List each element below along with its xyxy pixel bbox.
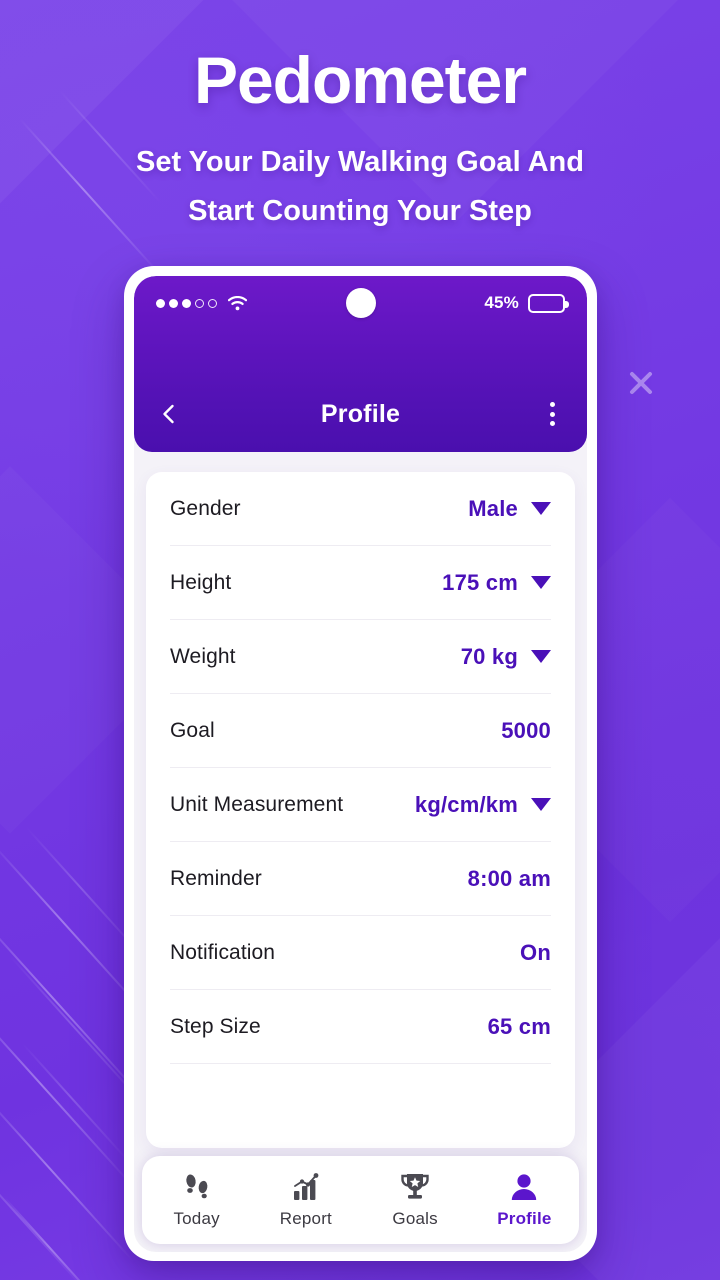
phone-screen: 45% Profile Gender Male Height 175 cm We…	[134, 276, 587, 1252]
nav-item-report[interactable]: Report	[251, 1172, 360, 1229]
row-value-group[interactable]: 5000	[501, 718, 551, 744]
row-value: 65 cm	[487, 1013, 551, 1039]
settings-row-goal[interactable]: Goal 5000	[170, 694, 551, 768]
chevron-down-icon[interactable]	[531, 798, 551, 811]
row-value-group[interactable]: 8:00 am	[468, 866, 551, 892]
row-value: 70 kg	[460, 643, 518, 669]
row-label: Unit Measurement	[170, 792, 344, 816]
promo-tagline-line2: Start Counting Your Step	[188, 194, 532, 227]
nav-label: Report	[279, 1208, 332, 1228]
row-value-group[interactable]: kg/cm/km	[415, 792, 551, 818]
row-value-group[interactable]: 175 cm	[442, 570, 551, 596]
row-value: 5000	[501, 717, 551, 743]
settings-row-height[interactable]: Height 175 cm	[170, 546, 551, 620]
battery-icon	[528, 293, 569, 313]
status-bar-left	[156, 295, 248, 311]
close-icon[interactable]	[620, 362, 662, 404]
status-bar-right: 45%	[484, 293, 569, 313]
promo-headline: Pedometer Set Your Daily Walking Goal An…	[0, 0, 720, 235]
row-value: 8:00 am	[467, 865, 551, 891]
overflow-menu-icon[interactable]	[541, 402, 563, 426]
settings-row-step-size[interactable]: Step Size 65 cm	[170, 990, 551, 1064]
settings-row-reminder[interactable]: Reminder 8:00 am	[170, 842, 551, 916]
row-value-group[interactable]: Male	[468, 496, 551, 522]
app-header: 45% Profile	[134, 276, 587, 452]
chevron-down-icon[interactable]	[531, 502, 551, 515]
promo-tagline: Set Your Daily Walking Goal And Start Co…	[0, 138, 720, 235]
settings-row-weight[interactable]: Weight 70 kg	[170, 620, 551, 694]
row-label: Height	[170, 570, 232, 594]
settings-row-unit-measurement[interactable]: Unit Measurement kg/cm/km	[170, 768, 551, 842]
settings-row-notification[interactable]: Notification On	[170, 916, 551, 990]
row-label: Notification	[170, 940, 276, 964]
camera-notch-icon	[345, 288, 376, 318]
row-label: Weight	[170, 644, 236, 668]
page-title: Pedometer	[193, 43, 527, 117]
row-value-group[interactable]: 70 kg	[461, 644, 551, 670]
bar-chart-icon	[291, 1172, 321, 1202]
settings-row-gender[interactable]: Gender Male	[170, 472, 551, 546]
chevron-down-icon[interactable]	[531, 650, 551, 663]
row-value: On	[520, 939, 551, 965]
settings-list: Gender Male Height 175 cm Weight 70 kg G…	[146, 472, 575, 1148]
nav-item-today[interactable]: Today	[142, 1172, 251, 1229]
phone-mockup: 45% Profile Gender Male Height 175 cm We…	[124, 266, 597, 1261]
nav-item-goals[interactable]: Goals	[361, 1172, 470, 1229]
bottom-navigation: Today Report Goals Profile	[142, 1156, 579, 1244]
battery-percent-label: 45%	[484, 293, 519, 312]
app-bar-title: Profile	[320, 399, 401, 428]
nav-item-profile[interactable]: Profile	[470, 1172, 579, 1229]
row-label: Gender	[170, 496, 241, 520]
wifi-icon	[227, 295, 248, 311]
trophy-icon	[399, 1172, 431, 1202]
row-value: Male	[468, 495, 518, 521]
row-value: kg/cm/km	[414, 791, 518, 817]
status-bar: 45%	[134, 276, 587, 330]
signal-strength-icon	[156, 298, 217, 308]
footsteps-icon	[183, 1172, 211, 1202]
row-label: Goal	[170, 718, 215, 742]
person-icon	[510, 1172, 538, 1202]
promo-tagline-line1: Set Your Daily Walking Goal And	[136, 146, 584, 178]
nav-label: Today	[173, 1208, 220, 1228]
nav-label: Goals	[392, 1208, 438, 1228]
row-value-group[interactable]: On	[520, 940, 551, 966]
nav-label: Profile	[497, 1208, 552, 1228]
back-chevron-icon[interactable]	[158, 403, 180, 425]
row-label: Reminder	[170, 866, 262, 890]
row-label: Step Size	[170, 1014, 261, 1038]
app-bar: Profile	[134, 386, 587, 442]
chevron-down-icon[interactable]	[531, 576, 551, 589]
row-value: 175 cm	[442, 569, 518, 595]
row-value-group[interactable]: 65 cm	[488, 1014, 551, 1040]
